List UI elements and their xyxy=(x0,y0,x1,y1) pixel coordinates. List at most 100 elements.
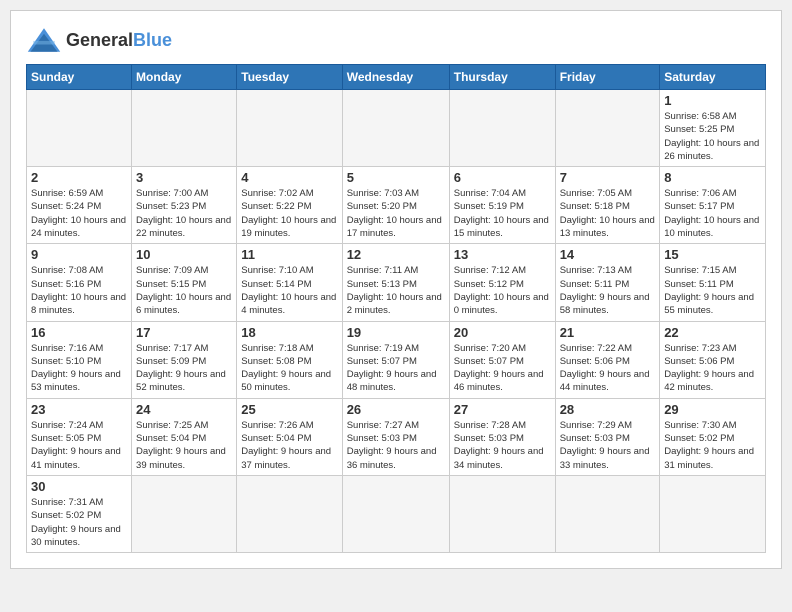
day-number: 7 xyxy=(560,170,656,185)
day-number: 13 xyxy=(454,247,551,262)
calendar-cell: 2 Sunrise: 6:59 AM Sunset: 5:24 PM Daylig… xyxy=(27,167,132,244)
day-info: Sunrise: 7:12 AM Sunset: 5:12 PM Dayligh… xyxy=(454,264,551,317)
calendar-cell xyxy=(342,90,449,167)
calendar-cell: 24 Sunrise: 7:25 AM Sunset: 5:04 PM Dayli… xyxy=(132,398,237,475)
week-row-4: 23 Sunrise: 7:24 AM Sunset: 5:05 PM Dayli… xyxy=(27,398,766,475)
day-number: 5 xyxy=(347,170,445,185)
day-info: Sunrise: 7:04 AM Sunset: 5:19 PM Dayligh… xyxy=(454,187,551,240)
day-number: 10 xyxy=(136,247,232,262)
calendar-cell: 3Sunrise: 7:00 AM Sunset: 5:23 PM Daylig… xyxy=(132,167,237,244)
day-number: 30 xyxy=(31,479,127,494)
calendar-cell: 16Sunrise: 7:16 AM Sunset: 5:10 PM Dayli… xyxy=(27,321,132,398)
calendar-cell: 17 Sunrise: 7:17 AM Sunset: 5:09 PM Dayli… xyxy=(132,321,237,398)
calendar-cell xyxy=(237,475,342,552)
calendar-cell: 18Sunrise: 7:18 AM Sunset: 5:08 PM Dayli… xyxy=(237,321,342,398)
logo: GeneralBlue xyxy=(26,26,172,54)
header: GeneralBlue xyxy=(26,26,766,54)
day-number: 21 xyxy=(560,325,656,340)
day-number: 25 xyxy=(241,402,337,417)
calendar-cell: 30 Sunrise: 7:31 AM Sunset: 5:02 PM Dayli… xyxy=(27,475,132,552)
day-number: 2 xyxy=(31,170,127,185)
calendar-cell: 22 Sunrise: 7:23 AM Sunset: 5:06 PM Dayli… xyxy=(660,321,766,398)
week-row-5: 30 Sunrise: 7:31 AM Sunset: 5:02 PM Dayli… xyxy=(27,475,766,552)
weekday-header-sunday: Sunday xyxy=(27,65,132,90)
day-info: Sunrise: 7:26 AM Sunset: 5:04 PM Dayligh… xyxy=(241,419,337,472)
day-info: Sunrise: 6:59 AM Sunset: 5:24 PM Dayligh… xyxy=(31,187,127,240)
weekday-header-wednesday: Wednesday xyxy=(342,65,449,90)
week-row-2: 9Sunrise: 7:08 AM Sunset: 5:16 PM Daylig… xyxy=(27,244,766,321)
day-info: Sunrise: 7:13 AM Sunset: 5:11 PM Dayligh… xyxy=(560,264,656,317)
day-number: 6 xyxy=(454,170,551,185)
day-number: 14 xyxy=(560,247,656,262)
day-info: Sunrise: 7:15 AM Sunset: 5:11 PM Dayligh… xyxy=(664,264,761,317)
calendar-cell: 8 Sunrise: 7:06 AM Sunset: 5:17 PM Daylig… xyxy=(660,167,766,244)
calendar-cell: 11 Sunrise: 7:10 AM Sunset: 5:14 PM Dayli… xyxy=(237,244,342,321)
calendar-cell: 15 Sunrise: 7:15 AM Sunset: 5:11 PM Dayli… xyxy=(660,244,766,321)
day-info: Sunrise: 7:29 AM Sunset: 5:03 PM Dayligh… xyxy=(560,419,656,472)
day-info: Sunrise: 7:25 AM Sunset: 5:04 PM Dayligh… xyxy=(136,419,232,472)
day-number: 16 xyxy=(31,325,127,340)
day-number: 23 xyxy=(31,402,127,417)
day-number: 12 xyxy=(347,247,445,262)
calendar-cell xyxy=(132,90,237,167)
calendar-cell: 7Sunrise: 7:05 AM Sunset: 5:18 PM Daylig… xyxy=(555,167,660,244)
day-number: 29 xyxy=(664,402,761,417)
day-info: Sunrise: 7:03 AM Sunset: 5:20 PM Dayligh… xyxy=(347,187,445,240)
day-info: Sunrise: 7:11 AM Sunset: 5:13 PM Dayligh… xyxy=(347,264,445,317)
day-info: Sunrise: 7:23 AM Sunset: 5:06 PM Dayligh… xyxy=(664,342,761,395)
calendar-cell xyxy=(449,475,555,552)
day-info: Sunrise: 7:19 AM Sunset: 5:07 PM Dayligh… xyxy=(347,342,445,395)
calendar-cell xyxy=(132,475,237,552)
day-info: Sunrise: 6:58 AM Sunset: 5:25 PM Dayligh… xyxy=(664,110,761,163)
calendar-cell: 23 Sunrise: 7:24 AM Sunset: 5:05 PM Dayli… xyxy=(27,398,132,475)
calendar-cell: 1 Sunrise: 6:58 AM Sunset: 5:25 PM Daylig… xyxy=(660,90,766,167)
day-info: Sunrise: 7:17 AM Sunset: 5:09 PM Dayligh… xyxy=(136,342,232,395)
week-row-0: 1 Sunrise: 6:58 AM Sunset: 5:25 PM Daylig… xyxy=(27,90,766,167)
day-info: Sunrise: 7:06 AM Sunset: 5:17 PM Dayligh… xyxy=(664,187,761,240)
day-number: 22 xyxy=(664,325,761,340)
calendar-cell: 19 Sunrise: 7:19 AM Sunset: 5:07 PM Dayli… xyxy=(342,321,449,398)
day-number: 11 xyxy=(241,247,337,262)
day-number: 8 xyxy=(664,170,761,185)
calendar-cell xyxy=(342,475,449,552)
day-number: 17 xyxy=(136,325,232,340)
day-info: Sunrise: 7:09 AM Sunset: 5:15 PM Dayligh… xyxy=(136,264,232,317)
week-row-3: 16Sunrise: 7:16 AM Sunset: 5:10 PM Dayli… xyxy=(27,321,766,398)
day-info: Sunrise: 7:28 AM Sunset: 5:03 PM Dayligh… xyxy=(454,419,551,472)
day-info: Sunrise: 7:02 AM Sunset: 5:22 PM Dayligh… xyxy=(241,187,337,240)
day-number: 1 xyxy=(664,93,761,108)
day-info: Sunrise: 7:08 AM Sunset: 5:16 PM Dayligh… xyxy=(31,264,127,317)
day-number: 26 xyxy=(347,402,445,417)
weekday-header-monday: Monday xyxy=(132,65,237,90)
day-info: Sunrise: 7:31 AM Sunset: 5:02 PM Dayligh… xyxy=(31,496,127,549)
day-info: Sunrise: 7:10 AM Sunset: 5:14 PM Dayligh… xyxy=(241,264,337,317)
day-info: Sunrise: 7:24 AM Sunset: 5:05 PM Dayligh… xyxy=(31,419,127,472)
day-number: 20 xyxy=(454,325,551,340)
calendar-cell xyxy=(555,90,660,167)
calendar-cell: 25 Sunrise: 7:26 AM Sunset: 5:04 PM Dayli… xyxy=(237,398,342,475)
weekday-header-row: SundayMondayTuesdayWednesdayThursdayFrid… xyxy=(27,65,766,90)
day-number: 27 xyxy=(454,402,551,417)
day-number: 4 xyxy=(241,170,337,185)
day-number: 19 xyxy=(347,325,445,340)
calendar-cell: 29Sunrise: 7:30 AM Sunset: 5:02 PM Dayli… xyxy=(660,398,766,475)
weekday-header-thursday: Thursday xyxy=(449,65,555,90)
day-number: 15 xyxy=(664,247,761,262)
calendar-cell: 13 Sunrise: 7:12 AM Sunset: 5:12 PM Dayli… xyxy=(449,244,555,321)
calendar-cell xyxy=(237,90,342,167)
calendar-cell: 21 Sunrise: 7:22 AM Sunset: 5:06 PM Dayli… xyxy=(555,321,660,398)
calendar-cell xyxy=(555,475,660,552)
week-row-1: 2 Sunrise: 6:59 AM Sunset: 5:24 PM Daylig… xyxy=(27,167,766,244)
day-number: 18 xyxy=(241,325,337,340)
calendar-cell: 12 Sunrise: 7:11 AM Sunset: 5:13 PM Dayli… xyxy=(342,244,449,321)
calendar-cell: 5 Sunrise: 7:03 AM Sunset: 5:20 PM Daylig… xyxy=(342,167,449,244)
calendar-cell: 6 Sunrise: 7:04 AM Sunset: 5:19 PM Daylig… xyxy=(449,167,555,244)
logo-text: GeneralBlue xyxy=(66,30,172,51)
calendar-cell: 10 Sunrise: 7:09 AM Sunset: 5:15 PM Dayli… xyxy=(132,244,237,321)
day-number: 24 xyxy=(136,402,232,417)
calendar-cell: 9Sunrise: 7:08 AM Sunset: 5:16 PM Daylig… xyxy=(27,244,132,321)
day-info: Sunrise: 7:22 AM Sunset: 5:06 PM Dayligh… xyxy=(560,342,656,395)
calendar-cell xyxy=(27,90,132,167)
calendar-cell: 28Sunrise: 7:29 AM Sunset: 5:03 PM Dayli… xyxy=(555,398,660,475)
weekday-header-saturday: Saturday xyxy=(660,65,766,90)
